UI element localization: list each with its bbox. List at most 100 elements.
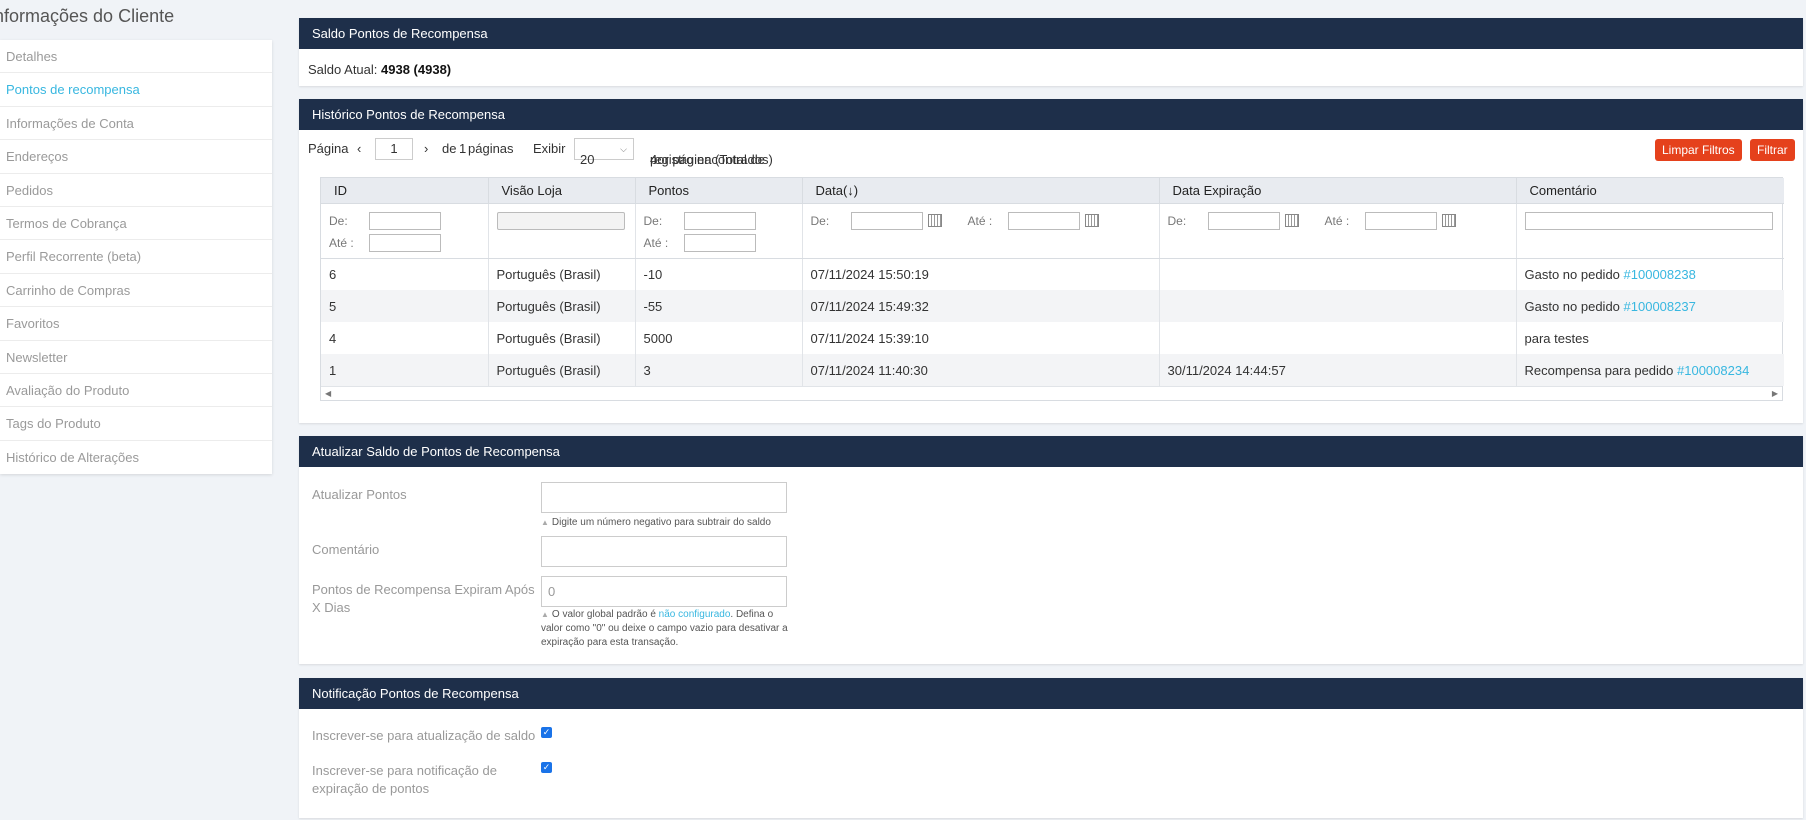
sidebar-item-pontos-recompensa[interactable]: Pontos de recompensa [0,73,272,107]
filter-date: De: Até : [802,203,1160,259]
order-link[interactable]: #100008234 [1677,363,1749,378]
prev-page-icon[interactable]: ‹ [357,141,361,156]
cell-points: 5000 [635,322,803,354]
filter-id-from-input[interactable] [369,211,441,230]
page-input[interactable]: 1 [375,138,413,160]
table-row[interactable]: 4 Português (Brasil) 5000 07/11/2024 15:… [321,322,1784,354]
filter-expiration-from-input[interactable] [1207,211,1280,230]
sidebar-item-favoritos[interactable]: Favoritos [0,307,272,341]
sidebar-item-tags-produto[interactable]: Tags do Produto [0,407,272,441]
balance-row: Saldo Atual: 4938 (4938) [299,49,1803,77]
update-points-input[interactable] [541,482,787,513]
filter-id-to-input[interactable] [369,233,441,252]
filter-store-select[interactable] [496,211,625,230]
update-points-hint-text: Digite um número negativo para subtrair … [551,517,771,528]
per-page-select[interactable]: 20 ⌵ [574,138,634,167]
comment-label: Comentário [312,542,380,557]
filter-comment-input[interactable] [1524,211,1773,230]
col-header-store[interactable]: Visão Loja [488,178,636,204]
sidebar-item-newsletter[interactable]: Newsletter [0,341,272,374]
sidebar-item-avaliacao-produto[interactable]: Avaliação do Produto [0,374,272,408]
table-row[interactable]: 6 Português (Brasil) -10 07/11/2024 15:5… [321,258,1784,290]
clear-filters-button[interactable]: Limpar Filtros [1655,139,1742,161]
comment-text: Recompensa para pedido [1524,362,1674,378]
update-points-label: Atualizar Pontos [312,487,407,502]
cell-id: 5 [321,290,489,322]
sidebar-item-detalhes[interactable]: Detalhes [0,40,272,74]
pages-label: páginas [468,141,514,156]
sidebar-item-pedidos[interactable]: Pedidos [0,174,272,207]
balance-update-checkbox[interactable]: ✓ [541,727,552,738]
balance-label: Saldo Atual: [308,62,378,77]
per-page-value: 20 [580,152,595,167]
page-label: Página [308,141,349,156]
filter-date-from-input[interactable] [850,211,923,230]
cell-expiration [1159,258,1517,290]
next-page-icon[interactable]: › [424,141,428,156]
col-header-points[interactable]: Pontos [635,178,803,204]
col-header-comment[interactable]: Comentário [1516,178,1784,204]
global-setting-link[interactable]: não configurado [659,609,731,620]
pager: Página ‹ 1 › de 1 páginas Exibir 20 ⌵ po… [299,130,1803,167]
calendar-icon[interactable] [1284,214,1299,227]
sidebar-nav: Detalhes Pontos de recompensa Informaçõe… [0,40,272,475]
col-header-date[interactable]: Data(↓) [802,178,1160,204]
of-label: de [442,141,457,156]
order-link[interactable]: #100008238 [1624,267,1696,282]
cell-comment: Gasto no pedido #100008237 [1516,290,1784,322]
sidebar-item-historico-alteracoes[interactable]: Histórico de Alterações [0,441,272,474]
cell-store: Português (Brasil) [488,322,636,354]
sidebar-item-perfil-recorrente[interactable]: Perfil Recorrente (beta) [0,240,272,274]
expire-hint-pre: O valor global padrão é [551,609,656,620]
balance-update-label: Inscrever-se para atualização de saldo [312,728,536,743]
sidebar-item-termos-cobranca[interactable]: Termos de Cobrança [0,207,272,241]
comment-input[interactable] [541,536,787,567]
col-header-expiration[interactable]: Data Expiração [1159,178,1517,204]
filter-points-from-input[interactable] [683,211,756,230]
scroll-left-icon[interactable]: ◀ [325,389,331,398]
comment-text: Gasto no pedido [1524,266,1620,282]
table-row[interactable]: 5 Português (Brasil) -55 07/11/2024 15:4… [321,290,1784,322]
horizontal-scrollbar[interactable]: ◀ ▶ [321,386,1782,400]
filter-store [488,203,636,259]
filter-to-label: Até : [643,235,669,250]
sidebar-item-carrinho[interactable]: Carrinho de Compras [0,274,272,308]
cell-comment: para testes [1516,322,1784,354]
sort-desc-icon: (↓) [842,182,859,198]
comment-text: para testes [1524,330,1589,346]
sidebar-item-informacoes-conta[interactable]: Informações de Conta [0,107,272,141]
filter-to-label: Até : [967,213,993,228]
filter-date-to-input[interactable] [1007,211,1080,230]
scroll-right-icon[interactable]: ▶ [1772,389,1778,398]
table-row[interactable]: 1 Português (Brasil) 3 07/11/2024 11:40:… [321,354,1784,386]
calendar-icon[interactable] [927,214,942,227]
cell-expiration: 30/11/2024 14:44:57 [1159,354,1517,386]
filter-expiration-to-input[interactable] [1364,211,1437,230]
balance-panel: Saldo Pontos de Recompensa Saldo Atual: … [299,18,1803,86]
history-grid: ID Visão Loja Pontos Data(↓) Data Expira… [320,177,1784,401]
chevron-down-icon: ⌵ [620,144,627,154]
sidebar-title: nformações do Cliente [0,6,175,26]
expire-days-input[interactable]: 0 [541,576,787,607]
cell-comment: Recompensa para pedido #100008234 [1516,354,1784,386]
filter-button[interactable]: Filtrar [1750,139,1795,161]
balance-panel-title: Saldo Pontos de Recompensa [299,18,1803,49]
cell-id: 1 [321,354,489,386]
expire-days-hint: ▲ O valor global padrão é não configurado… [541,608,789,650]
cell-date: 07/11/2024 15:50:19 [802,258,1160,290]
cell-id: 4 [321,322,489,354]
order-link[interactable]: #100008237 [1624,299,1696,314]
filter-from-label: De: [810,213,830,228]
notification-panel: Notificação Pontos de Recompensa Inscrev… [299,678,1803,818]
col-header-id[interactable]: ID [321,178,489,204]
calendar-icon[interactable] [1441,214,1456,227]
filter-points-to-input[interactable] [683,233,756,252]
balance-value: 4938 (4938) [381,62,452,77]
sidebar-item-enderecos[interactable]: Endereços [0,140,272,174]
hint-arrow-icon: ▲ [541,610,549,619]
filter-to-label: Até : [1324,213,1350,228]
expiration-notice-checkbox[interactable]: ✓ [541,762,552,773]
calendar-icon[interactable] [1084,214,1099,227]
records-suffix: registro encontrados) [650,152,773,167]
expire-days-label: Pontos de Recompensa Expiram Após X Dias [312,582,535,615]
